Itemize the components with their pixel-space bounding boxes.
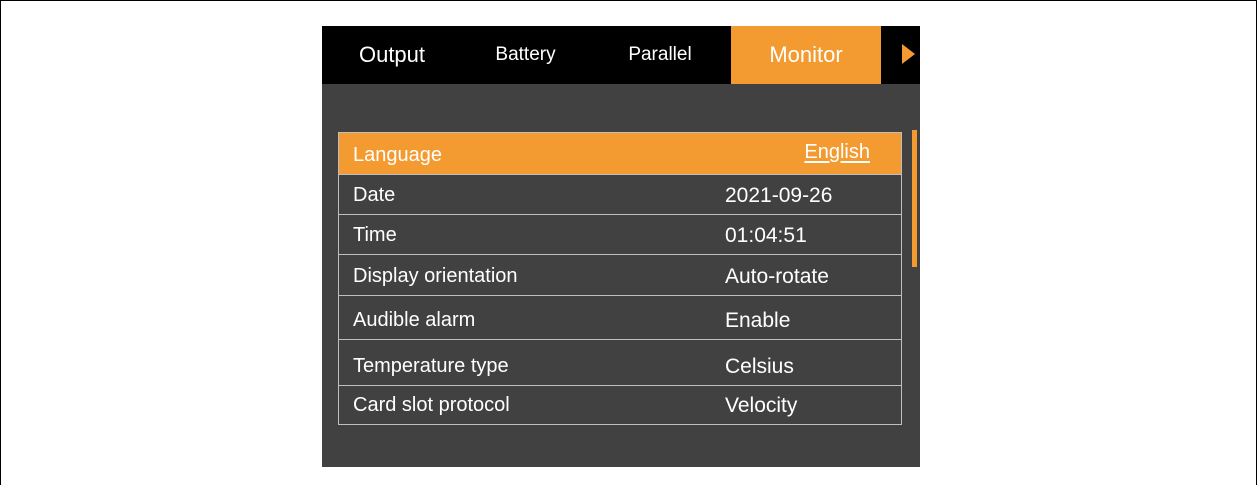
setting-value[interactable]: English [804,141,870,164]
setting-value: Velocity [725,394,798,417]
tab-battery[interactable]: Battery [462,26,589,84]
setting-value: Celsius [725,355,794,378]
setting-label: Date [353,184,396,206]
setting-row-temperature-type[interactable]: Temperature type Celsius [339,340,901,386]
setting-value: 01:04:51 [725,224,807,247]
setting-row-display-orientation[interactable]: Display orientation Auto-rotate [339,255,901,296]
tab-bar: Output Battery Parallel Monitor [322,26,920,84]
setting-row-time[interactable]: Time 01:04:51 [339,215,901,255]
settings-list: Language English Date 2021-09-26 Time 01… [338,132,902,425]
tab-parallel[interactable]: Parallel [589,26,731,84]
setting-row-date[interactable]: Date 2021-09-26 [339,175,901,215]
setting-label: Display orientation [353,265,518,287]
tab-parallel-label: Parallel [628,44,692,65]
setting-value: Enable [725,309,791,332]
setting-value: Auto-rotate [725,265,829,288]
triangle-right-icon[interactable] [902,44,915,64]
setting-label: Language [353,144,442,166]
setting-label: Time [353,224,397,246]
setting-label: Audible alarm [353,309,476,331]
setting-row-language[interactable]: Language English [339,133,901,175]
tab-output[interactable]: Output [322,26,462,84]
setting-label: Temperature type [353,355,509,377]
setting-label: Card slot protocol [353,394,510,416]
tab-monitor-label: Monitor [769,42,843,67]
tab-monitor[interactable]: Monitor [731,26,881,84]
tab-output-label: Output [358,42,426,67]
setting-row-card-slot-protocol[interactable]: Card slot protocol Velocity [339,386,901,424]
list-scrollbar[interactable] [912,130,917,267]
setting-value: 2021-09-26 [725,184,833,207]
setting-row-audible-alarm[interactable]: Audible alarm Enable [339,296,901,340]
tab-battery-label: Battery [495,44,556,65]
monitor-settings-screen: Output Battery Parallel Monitor Language… [322,26,920,467]
